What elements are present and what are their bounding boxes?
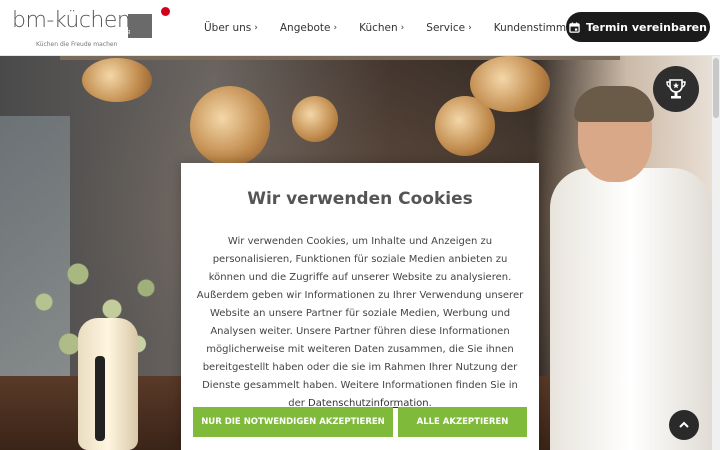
logo-brand: bm-küchen — [12, 8, 131, 33]
calendar-icon — [569, 21, 580, 33]
cookie-consent-dialog: Wir verwenden Cookies Wir verwenden Cook… — [181, 163, 539, 450]
hero-vase — [78, 318, 138, 450]
chef-hair — [574, 86, 654, 122]
nav-item-angebote[interactable]: Angebote › — [280, 19, 337, 37]
logo-tagline: Küchen die Freude machen — [36, 41, 118, 48]
hero-pot-rail — [60, 56, 620, 60]
nav-item-label: Service — [426, 22, 466, 34]
cookie-dialog-body: Wir verwenden Cookies, um Inhalte und An… — [196, 236, 524, 409]
logo-suffix: ag — [124, 29, 131, 35]
hero-vase-stripe — [95, 356, 105, 441]
nav-item-ueber-uns[interactable]: Über uns › — [204, 19, 258, 37]
logo-dot — [161, 7, 170, 16]
scroll-to-top-button[interactable] — [669, 410, 699, 440]
trophy-icon — [666, 79, 686, 99]
nav-item-service[interactable]: Service › — [426, 19, 471, 37]
hero-pan — [190, 86, 270, 166]
site-header: bm-küchen ag Küchen die Freude machen Üb… — [0, 0, 720, 56]
hero-pan — [82, 58, 152, 102]
logo[interactable]: bm-küchen ag Küchen die Freude machen — [12, 6, 170, 52]
chef-shirt — [550, 168, 712, 450]
cookie-dialog-text: Wir verwenden Cookies, um Inhalte und An… — [193, 233, 527, 413]
hero-pan — [292, 96, 338, 142]
chevron-up-icon — [679, 421, 689, 428]
hero-pan — [470, 56, 550, 112]
chevron-right-icon: › — [333, 23, 338, 33]
chevron-right-icon: › — [254, 23, 258, 33]
termin-vereinbaren-button[interactable]: Termin vereinbaren — [566, 12, 710, 42]
hero-chef — [540, 86, 712, 450]
nav-item-label: Angebote — [279, 22, 331, 34]
nav-item-kuechen[interactable]: Küchen › — [359, 19, 404, 37]
logo-square — [128, 14, 152, 38]
accept-necessary-button[interactable]: NUR DIE NOTWENDIGEN AKZEPTIEREN — [193, 407, 393, 437]
chevron-right-icon: › — [468, 23, 472, 33]
cookie-dialog-title: Wir verwenden Cookies — [247, 189, 473, 209]
accept-all-button[interactable]: ALLE AKZEPTIEREN — [398, 407, 527, 437]
nav-item-label: Küchen — [359, 22, 398, 34]
cta-label: Termin vereinbaren — [586, 20, 707, 34]
main-nav: Über uns › Angebote › Küchen › Service ›… — [204, 19, 601, 37]
page-scrollbar-thumb[interactable] — [713, 58, 719, 118]
chevron-right-icon: › — [400, 23, 405, 33]
nav-item-label: Über uns — [204, 22, 252, 34]
award-badge-button[interactable] — [653, 66, 699, 112]
